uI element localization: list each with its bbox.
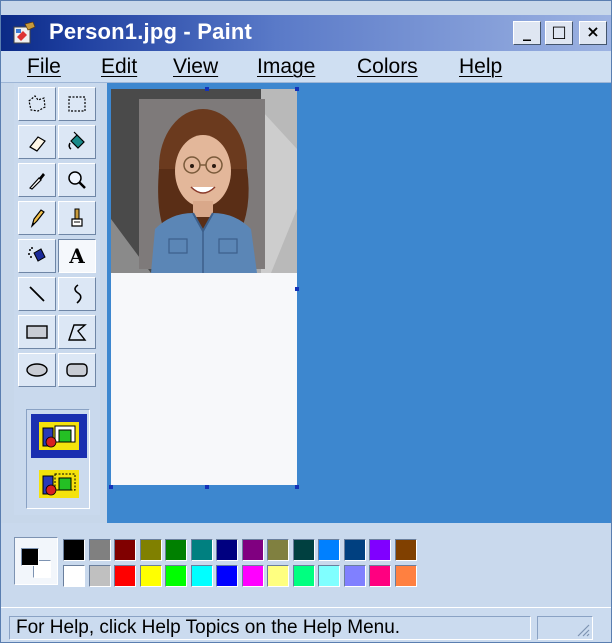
status-text: For Help, click Help Topics on the Help … (9, 616, 531, 640)
curve-icon (74, 284, 82, 304)
color-swatch[interactable] (165, 539, 187, 561)
resize-handle-right[interactable] (295, 287, 299, 291)
color-swatch[interactable] (165, 565, 187, 587)
color-swatch[interactable] (190, 565, 213, 587)
ellipse-icon (26, 363, 48, 377)
rectangle-icon (26, 325, 48, 339)
menu-view[interactable]: View (173, 55, 218, 79)
text-tool[interactable]: A (58, 239, 96, 273)
color-swatch[interactable] (139, 539, 162, 561)
color-swatch[interactable] (267, 539, 289, 561)
color-swatch[interactable] (343, 539, 366, 561)
color-swatch[interactable] (318, 565, 340, 587)
color-swatch[interactable] (241, 565, 264, 587)
color-swatch[interactable] (292, 539, 315, 561)
rectangle-select-icon (68, 96, 86, 112)
menu-colors[interactable]: Colors (357, 55, 418, 79)
foreground-color (21, 548, 39, 566)
rounded-rectangle-tool[interactable] (58, 353, 96, 387)
status-bar: For Help, click Help Topics on the Help … (1, 607, 611, 642)
airbrush-icon (28, 247, 46, 262)
fill-with-color-icon (68, 131, 85, 150)
rounded-rectangle-icon (66, 363, 88, 377)
paint-app-icon (13, 21, 36, 44)
transparent-background-icon (39, 470, 79, 498)
pencil-icon (30, 209, 45, 229)
size-grip-icon[interactable] (574, 621, 590, 637)
color-swatch[interactable] (318, 539, 340, 561)
color-swatch[interactable] (394, 539, 417, 561)
resize-handle-top-right[interactable] (295, 87, 299, 91)
resize-handle-bottom[interactable] (205, 485, 209, 489)
minimize-button[interactable]: _ (513, 21, 541, 45)
resize-handle-bottom-left[interactable] (109, 485, 113, 489)
status-panel (537, 616, 593, 640)
menu-bar: File Edit View Image Colors Help (1, 51, 611, 83)
color-swatch[interactable] (114, 539, 136, 561)
title-bar[interactable]: Person1.jpg - Paint _ □ × (1, 15, 611, 51)
airbrush-tool[interactable] (18, 239, 56, 273)
curve-tool[interactable] (58, 277, 96, 311)
portrait-image (111, 89, 297, 273)
color-swatch[interactable] (88, 539, 111, 561)
window-title: Person1.jpg - Paint (49, 19, 253, 44)
toolbox: A (14, 83, 100, 515)
pick-color-tool[interactable] (18, 163, 56, 197)
paint-window: Person1.jpg - Paint _ □ × File Edit View… (0, 0, 612, 643)
pick-color-icon (29, 173, 45, 190)
free-form-select-icon (28, 95, 46, 112)
color-swatch[interactable] (369, 565, 391, 587)
color-box (1, 523, 611, 611)
transparent-background-option[interactable] (31, 462, 87, 506)
color-swatch[interactable] (394, 565, 417, 587)
color-swatch[interactable] (190, 539, 213, 561)
rectangle-tool[interactable] (18, 315, 56, 349)
color-swatch[interactable] (63, 539, 85, 561)
polygon-tool[interactable] (58, 315, 96, 349)
menu-image[interactable]: Image (257, 55, 315, 79)
color-indicator (14, 537, 58, 585)
eraser-icon (29, 136, 46, 152)
menu-file[interactable]: File (27, 55, 61, 79)
magnifier-tool[interactable] (58, 163, 96, 197)
color-swatch[interactable] (63, 565, 85, 587)
drawing-workspace[interactable] (107, 83, 611, 523)
rectangle-select-tool[interactable] (58, 87, 96, 121)
menu-edit[interactable]: Edit (101, 55, 137, 79)
color-swatch[interactable] (114, 565, 136, 587)
line-tool[interactable] (18, 277, 56, 311)
color-swatch[interactable] (216, 565, 238, 587)
color-swatch[interactable] (292, 565, 315, 587)
brush-tool[interactable] (58, 201, 96, 235)
pencil-tool[interactable] (18, 201, 56, 235)
ellipse-tool[interactable] (18, 353, 56, 387)
menu-help[interactable]: Help (459, 55, 502, 79)
color-swatch[interactable] (369, 539, 391, 561)
line-icon (29, 286, 45, 302)
free-form-select-tool[interactable] (18, 87, 56, 121)
brush-icon (71, 208, 83, 227)
magnifier-icon (68, 171, 86, 189)
color-swatch[interactable] (241, 539, 264, 561)
color-swatch[interactable] (139, 565, 162, 587)
polygon-icon (68, 324, 87, 341)
text-icon: A (69, 244, 85, 268)
opaque-background-option[interactable] (31, 414, 87, 458)
color-swatch[interactable] (88, 565, 111, 587)
fill-with-color-tool[interactable] (58, 125, 96, 159)
color-swatch[interactable] (267, 565, 289, 587)
resize-handle-top[interactable] (205, 87, 209, 91)
color-swatch[interactable] (216, 539, 238, 561)
portrait-photo (111, 89, 297, 273)
color-swatch[interactable] (343, 565, 366, 587)
tool-options-panel (26, 409, 90, 509)
close-button[interactable]: × (579, 21, 607, 45)
resize-handle-bottom-right[interactable] (295, 485, 299, 489)
maximize-button[interactable]: □ (545, 21, 573, 45)
opaque-background-icon (39, 422, 79, 450)
eraser-tool[interactable] (18, 125, 56, 159)
